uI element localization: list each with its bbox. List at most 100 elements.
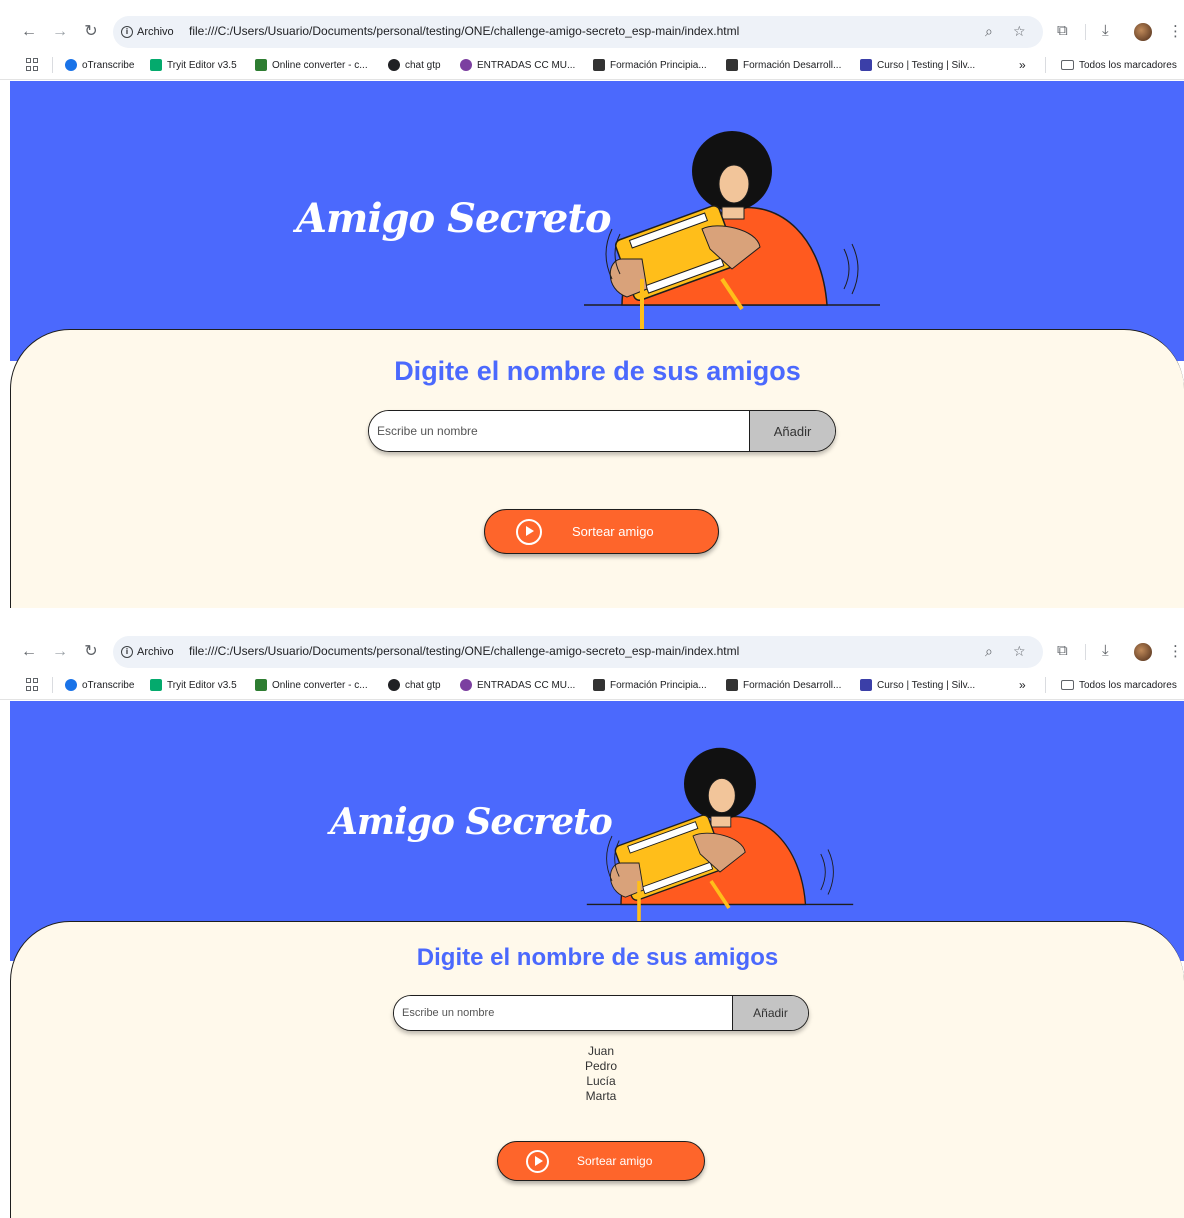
bookmark-entradas[interactable]: ENTRADAS CC MU... bbox=[460, 56, 575, 74]
bookmarks-overflow[interactable]: » bbox=[1019, 676, 1026, 694]
back-icon[interactable]: ← bbox=[18, 20, 40, 44]
bookmark-formacion-desarrollo[interactable]: Formación Desarroll... bbox=[726, 676, 841, 694]
section-heading: Digite el nombre de sus amigos bbox=[394, 356, 801, 386]
folder-icon bbox=[1061, 60, 1074, 70]
zoom-icon[interactable]: ⌕ bbox=[985, 23, 993, 40]
chatgpt-icon bbox=[388, 679, 400, 691]
bookmark-label: Tryit Editor v3.5 bbox=[167, 679, 237, 691]
zoom-icon[interactable]: ⌕ bbox=[985, 643, 993, 660]
avatar[interactable] bbox=[1134, 23, 1152, 41]
gamer-illustration bbox=[586, 747, 854, 926]
bookmark-formacion-principia[interactable]: Formación Principia... bbox=[593, 56, 707, 74]
w3schools-icon bbox=[150, 59, 162, 71]
add-button[interactable]: Añadir bbox=[749, 411, 835, 451]
alura-icon bbox=[726, 59, 738, 71]
input-group: Añadir bbox=[393, 995, 809, 1031]
main-card: Digite el nombre de sus amigos Añadir So… bbox=[10, 329, 1184, 608]
extensions-icon[interactable]: ⧉ bbox=[1057, 642, 1068, 659]
header-banner: Amigo Secreto bbox=[10, 81, 1184, 361]
bookmark-label: ENTRADAS CC MU... bbox=[477, 679, 576, 691]
apps-icon[interactable] bbox=[26, 58, 39, 71]
menu-icon[interactable]: ⋮ bbox=[1168, 642, 1183, 660]
bookmark-otranscribe[interactable]: oTranscribe bbox=[65, 56, 134, 74]
bookmark-curso-testing[interactable]: Curso | Testing | Silv... bbox=[860, 56, 975, 74]
otranscribe-icon bbox=[65, 59, 77, 71]
bookmark-tryit[interactable]: Tryit Editor v3.5 bbox=[150, 676, 237, 694]
bookmark-label: ENTRADAS CC MU... bbox=[477, 59, 576, 71]
add-button[interactable]: Añadir bbox=[732, 996, 808, 1030]
avatar[interactable] bbox=[1134, 643, 1152, 661]
alura-icon bbox=[593, 59, 605, 71]
screenshot-before: ← → ↻ i Archivo file:///C:/Users/Usuario… bbox=[0, 0, 1184, 608]
site-info-chip[interactable]: i Archivo bbox=[121, 643, 174, 661]
list-item: Juan bbox=[587, 1044, 615, 1058]
bookmark-label: Tryit Editor v3.5 bbox=[167, 59, 237, 71]
all-bookmarks[interactable]: Todos los marcadores bbox=[1061, 676, 1177, 694]
bookmarks-bar: oTranscribe Tryit Editor v3.5 Online con… bbox=[0, 50, 1184, 80]
play-icon bbox=[516, 518, 542, 545]
curso-icon bbox=[860, 679, 872, 691]
bookmark-converter[interactable]: Online converter - c... bbox=[255, 676, 368, 694]
bookmark-label: Formación Desarroll... bbox=[743, 59, 842, 71]
bookmark-label: oTranscribe bbox=[82, 59, 135, 71]
bookmark-label: Formación Principia... bbox=[610, 679, 707, 691]
menu-icon[interactable]: ⋮ bbox=[1168, 22, 1183, 40]
back-icon[interactable]: ← bbox=[18, 640, 40, 664]
draw-button[interactable]: Sortear amigo bbox=[497, 1141, 705, 1181]
chatgpt-icon bbox=[388, 59, 400, 71]
draw-button-label: Sortear amigo bbox=[577, 1154, 653, 1168]
browser-toolbar: ← → ↻ i Archivo file:///C:/Users/Usuario… bbox=[0, 620, 1184, 670]
extensions-icon[interactable]: ⧉ bbox=[1057, 22, 1068, 39]
bookmark-otranscribe[interactable]: oTranscribe bbox=[65, 676, 134, 694]
converter-icon bbox=[255, 679, 267, 691]
info-icon: i bbox=[121, 26, 133, 38]
alura-icon bbox=[726, 679, 738, 691]
bookmark-chatgpt[interactable]: chat gtp bbox=[388, 56, 441, 74]
main-card: Digite el nombre de sus amigos Añadir Ju… bbox=[10, 921, 1184, 1218]
toolbar-divider bbox=[1085, 644, 1086, 660]
bookmark-label: oTranscribe bbox=[82, 679, 135, 691]
star-icon[interactable]: ☆ bbox=[1013, 643, 1026, 660]
browser-toolbar: ← → ↻ i Archivo file:///C:/Users/Usuario… bbox=[0, 0, 1184, 50]
draw-button[interactable]: Sortear amigo bbox=[484, 509, 719, 554]
list-item: Lucía bbox=[586, 1074, 616, 1088]
all-bookmarks[interactable]: Todos los marcadores bbox=[1061, 56, 1177, 74]
bookmark-converter[interactable]: Online converter - c... bbox=[255, 56, 368, 74]
bookmark-tryit[interactable]: Tryit Editor v3.5 bbox=[150, 56, 237, 74]
bookmarks-divider bbox=[1045, 57, 1046, 73]
bookmark-label: Online converter - c... bbox=[272, 59, 368, 71]
address-bar[interactable]: i Archivo file:///C:/Users/Usuario/Docum… bbox=[113, 636, 1043, 668]
download-icon[interactable]: ⤓ bbox=[1102, 642, 1109, 659]
bookmark-chatgpt[interactable]: chat gtp bbox=[388, 676, 441, 694]
bookmark-curso-testing[interactable]: Curso | Testing | Silv... bbox=[860, 676, 975, 694]
site-info-label: Archivo bbox=[137, 26, 174, 38]
site-info-chip[interactable]: i Archivo bbox=[121, 23, 174, 41]
site-info-label: Archivo bbox=[137, 646, 174, 658]
friend-name-input[interactable] bbox=[369, 411, 749, 451]
apps-icon[interactable] bbox=[26, 678, 39, 691]
address-bar[interactable]: i Archivo file:///C:/Users/Usuario/Docum… bbox=[113, 16, 1043, 48]
entradas-icon bbox=[460, 679, 472, 691]
url-text[interactable]: file:///C:/Users/Usuario/Documents/perso… bbox=[189, 644, 739, 658]
friend-name-input[interactable] bbox=[394, 996, 732, 1030]
forward-icon[interactable]: → bbox=[49, 640, 71, 664]
input-group: Añadir bbox=[368, 410, 836, 452]
bookmark-formacion-desarrollo[interactable]: Formación Desarroll... bbox=[726, 56, 841, 74]
bookmark-formacion-principia[interactable]: Formación Principia... bbox=[593, 676, 707, 694]
forward-icon[interactable]: → bbox=[49, 20, 71, 44]
folder-icon bbox=[1061, 680, 1074, 690]
url-text[interactable]: file:///C:/Users/Usuario/Documents/perso… bbox=[189, 24, 739, 38]
bookmark-entradas[interactable]: ENTRADAS CC MU... bbox=[460, 676, 575, 694]
section-heading: Digite el nombre de sus amigos bbox=[416, 944, 779, 971]
download-icon[interactable]: ⤓ bbox=[1102, 22, 1109, 39]
star-icon[interactable]: ☆ bbox=[1013, 23, 1026, 40]
bookmark-label: chat gtp bbox=[405, 59, 441, 71]
reload-icon[interactable]: ↻ bbox=[80, 640, 102, 664]
page-title: Amigo Secreto bbox=[296, 195, 611, 242]
bookmarks-overflow[interactable]: » bbox=[1019, 56, 1026, 74]
bookmark-label: Formación Desarroll... bbox=[743, 679, 842, 691]
reload-icon[interactable]: ↻ bbox=[80, 20, 102, 44]
gamer-illustration bbox=[584, 131, 880, 329]
all-bookmarks-label: Todos los marcadores bbox=[1079, 59, 1177, 71]
friends-list: Juan Pedro Lucía Marta bbox=[551, 1044, 651, 1104]
